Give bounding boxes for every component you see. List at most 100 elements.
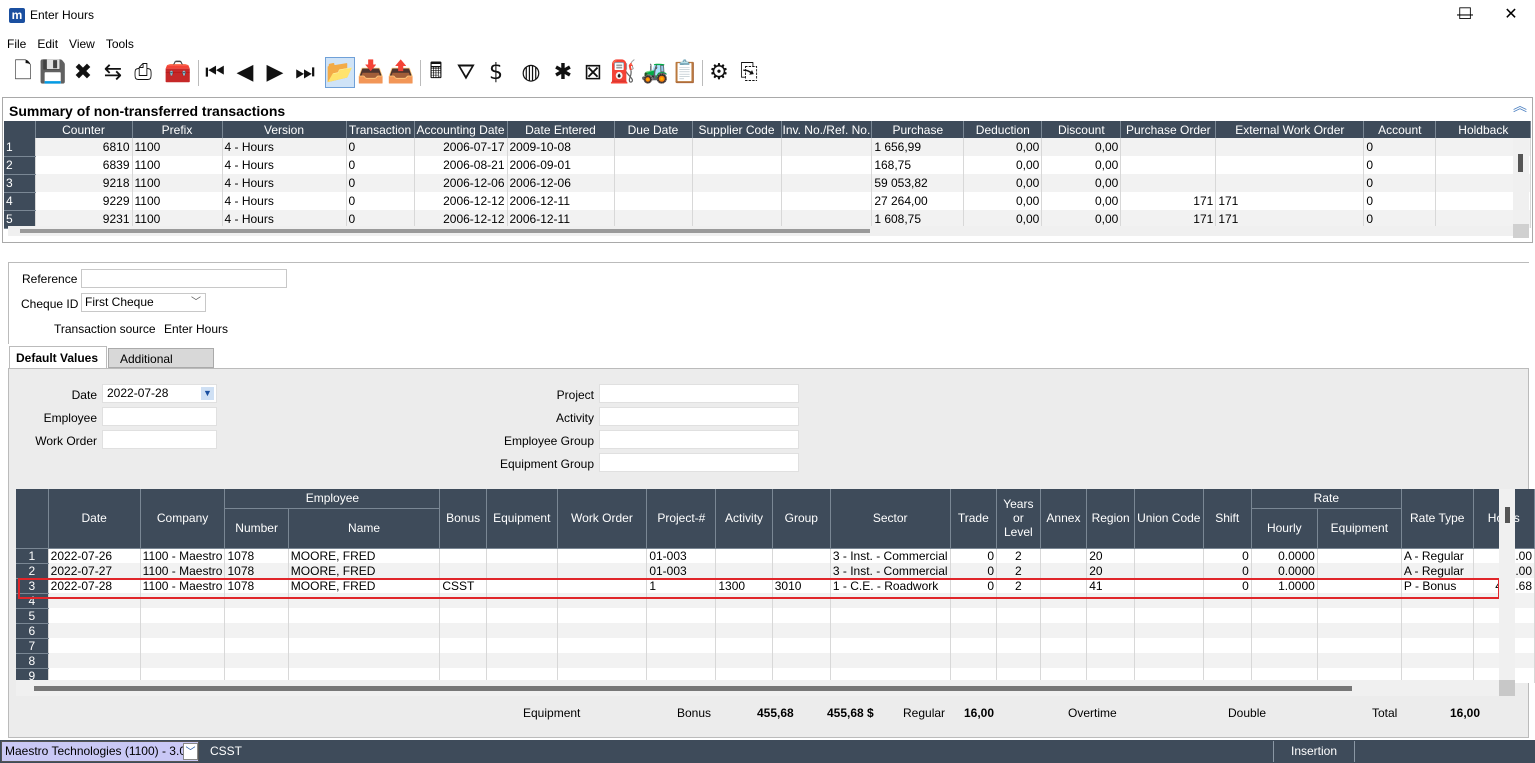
hours-col-header[interactable]: Company [140, 489, 226, 549]
summary-col-header[interactable]: External Work Order [1215, 121, 1365, 138]
row-number[interactable]: 7 [16, 638, 49, 654]
work-order-input[interactable] [102, 430, 217, 449]
summary-row[interactable]: 2 6839 1100 4 - Hours 0 2006-08-21 2006-09-01 1… [4, 156, 1532, 175]
hours-col-header[interactable]: Region [1086, 489, 1135, 549]
table-row[interactable]: 6 [16, 623, 1535, 639]
hours-col-header[interactable]: Union Code [1134, 489, 1204, 549]
hours-scroll-thumb[interactable] [34, 686, 1352, 691]
activity-input[interactable] [599, 407, 799, 426]
hours-col-header[interactable]: Activity [715, 489, 773, 549]
summary-col-header[interactable]: Transaction [346, 121, 415, 138]
delete-icon[interactable]: ✖ [68, 57, 98, 88]
table-row[interactable]: 8 [16, 653, 1535, 669]
hours-col-header[interactable]: Name [288, 508, 441, 549]
currency-icon[interactable]: $ [481, 57, 511, 88]
fuel-icon[interactable]: ⛽ [608, 57, 638, 88]
menu-view[interactable]: View [62, 34, 99, 51]
row-number[interactable]: 5 [16, 608, 49, 624]
hours-col-header[interactable]: Equipment [1317, 508, 1402, 549]
hours-col-header[interactable]: Trade [950, 489, 998, 549]
row-number[interactable]: 2 [4, 156, 36, 175]
hours-col-header[interactable]: Shift [1203, 489, 1252, 549]
save-icon[interactable]: 💾 [38, 57, 68, 88]
exit-icon[interactable]: ⎘ [734, 57, 764, 88]
summary-col-header[interactable]: Account [1363, 121, 1437, 138]
machinery-icon[interactable]: 🚜 [640, 57, 670, 88]
summary-col-header[interactable]: Counter [35, 121, 133, 138]
summary-col-header[interactable]: Accounting Date [414, 121, 508, 138]
print-icon[interactable]: ⎙ [128, 57, 158, 88]
equipment-group-input[interactable] [599, 453, 799, 472]
summary-row[interactable]: 1 6810 1100 4 - Hours 0 2006-07-17 2009-10-08 1… [4, 138, 1532, 157]
calculator-icon[interactable]: 🖩 [421, 57, 451, 88]
new-icon[interactable]: 🗋 [8, 57, 38, 88]
excel-icon[interactable]: ⊠ [578, 57, 608, 88]
summary-scroll-thumb[interactable] [20, 229, 870, 233]
summary-vertical-scrollbar[interactable] [1513, 138, 1529, 238]
collapse-icon[interactable]: ︽ [1512, 99, 1528, 115]
summary-col-header[interactable]: Purchase [871, 121, 965, 138]
summary-col-header[interactable]: Deduction [963, 121, 1043, 138]
menu-edit[interactable]: Edit [30, 34, 62, 51]
summary-col-header[interactable]: Inv. No./Ref. No. [781, 121, 873, 138]
reference-input[interactable] [81, 269, 287, 288]
row-number[interactable]: 1 [16, 548, 49, 564]
chevron-down-icon[interactable]: ﹀ [183, 743, 198, 760]
chevron-down-icon[interactable]: ▼ [201, 387, 214, 400]
transfer-icon[interactable]: ⇆ [98, 57, 128, 88]
row-number[interactable]: 2 [16, 563, 49, 579]
import-icon[interactable]: 📥 [356, 57, 386, 88]
summary-col-header[interactable]: Due Date [614, 121, 693, 138]
hours-vscroll-thumb[interactable] [1505, 507, 1510, 523]
project-input[interactable] [599, 384, 799, 403]
tab-default-values[interactable]: Default Values [9, 346, 107, 369]
hours-col-header[interactable]: Rate Type [1401, 489, 1474, 549]
hours-col-header[interactable]: Project-# [646, 489, 717, 549]
hours-col-header[interactable]: Sector [830, 489, 951, 549]
hours-col-header[interactable]: Date [48, 489, 141, 549]
summary-col-header[interactable]: Supplier Code [692, 121, 782, 138]
close-button[interactable]: ✕ [1488, 4, 1534, 28]
row-number[interactable]: 8 [16, 653, 49, 669]
settings-icon[interactable]: ⚙ [704, 57, 734, 88]
date-picker[interactable]: 2022-07-28 ▼ [102, 384, 217, 403]
menu-file[interactable]: File [0, 34, 30, 51]
row-number[interactable]: 6 [16, 623, 49, 639]
summary-col-header[interactable]: Holdback [1435, 121, 1532, 138]
star-icon[interactable]: ✱ [548, 57, 578, 88]
hours-col-header[interactable]: Years or Level [996, 489, 1041, 549]
previous-record-icon[interactable]: ◀ [230, 57, 260, 88]
summary-row[interactable]: 4 9229 1100 4 - Hours 0 2006-12-12 2006-12-11 2… [4, 192, 1532, 211]
last-record-icon[interactable]: ⏭ [290, 57, 320, 88]
hours-col-header[interactable]: Work Order [557, 489, 648, 549]
hours-col-header[interactable]: Group [772, 489, 831, 549]
summary-col-header[interactable]: Discount [1041, 121, 1122, 138]
export-icon[interactable]: 📤 [386, 57, 416, 88]
employee-group-input[interactable] [599, 430, 799, 449]
open-folder-icon[interactable]: 📂 [325, 57, 355, 88]
employee-input[interactable] [102, 407, 217, 426]
table-row[interactable]: 2 2022-07-27 1100 - Maestro 1078 MOORE, FRED… [16, 563, 1535, 579]
toolbox-icon[interactable]: 🧰 [163, 57, 193, 88]
tab-additional-fields[interactable]: Additional Fields [108, 348, 214, 380]
summary-vscroll-thumb[interactable] [1518, 154, 1523, 172]
first-record-icon[interactable]: ⏮ [200, 57, 230, 88]
hours-col-header[interactable]: Equipment [486, 489, 558, 549]
globe-icon[interactable]: ◍ [516, 57, 546, 88]
clipboard-icon[interactable]: 📋 [670, 57, 700, 88]
hours-col-header[interactable]: Hourly [1251, 508, 1318, 549]
next-record-icon[interactable]: ▶ [260, 57, 290, 88]
summary-col-header[interactable]: Prefix [132, 121, 223, 138]
summary-col-header[interactable]: Date Entered [507, 121, 615, 138]
hours-col-header[interactable]: Bonus [439, 489, 487, 549]
company-select[interactable]: Maestro Technologies (1100) - 3.0 [1, 741, 199, 762]
summary-row[interactable]: 3 9218 1100 4 - Hours 0 2006-12-06 2006-12-06 5… [4, 174, 1532, 193]
table-row[interactable]: 1 2022-07-26 1100 - Maestro 1078 MOORE, FRED… [16, 548, 1535, 564]
hours-col-header[interactable]: Annex [1040, 489, 1088, 549]
hours-col-header[interactable]: Number [224, 508, 289, 549]
maximize-button[interactable]: ☐ [1442, 4, 1488, 28]
table-row[interactable]: 7 [16, 638, 1535, 654]
table-row[interactable]: 5 [16, 608, 1535, 624]
row-number[interactable]: 1 [4, 138, 36, 157]
summary-col-header[interactable]: Purchase Order [1120, 121, 1217, 138]
